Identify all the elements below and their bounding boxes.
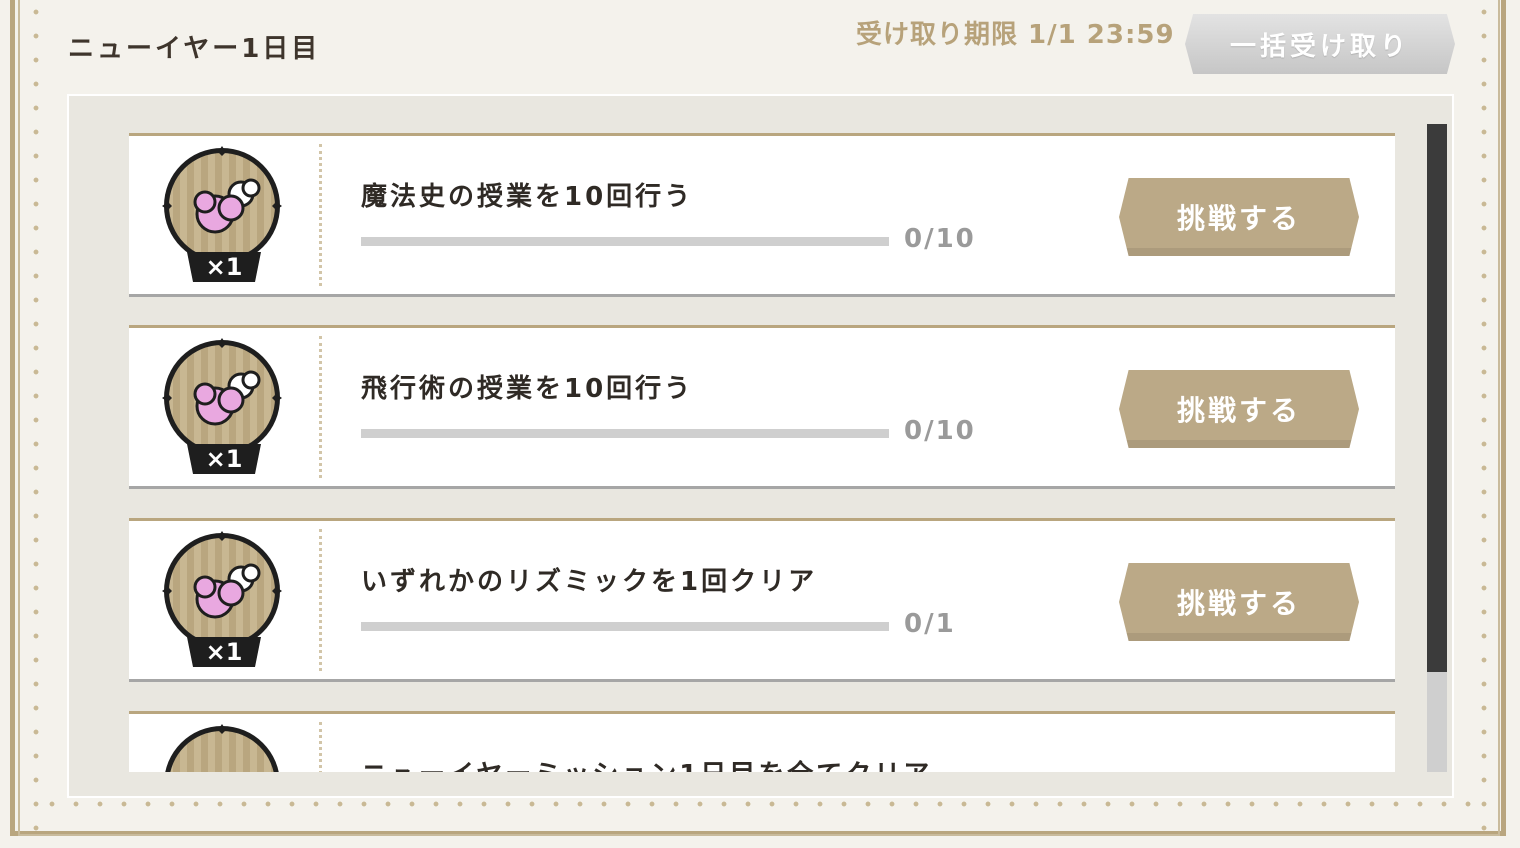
mission-title: いずれかのリズミックを1回クリア	[361, 567, 818, 597]
frame-dots-left	[33, 0, 39, 848]
mission-item: ×1 飛行術の授業を10回行う 0/10 挑戦する	[129, 325, 1395, 489]
challenge-button[interactable]: 挑戦する	[1119, 370, 1359, 448]
reward-badge	[159, 724, 289, 772]
reward-badge: ×1	[159, 146, 289, 286]
mission-title: 飛行術の授業を10回行う	[361, 374, 694, 404]
screen-frame: ニューイヤー1日目 受け取り期限 1/1 23:59 一括受け取り ×1 魔法史…	[0, 0, 1520, 848]
progress-text: 0/10	[904, 224, 976, 254]
progress-bar	[361, 622, 889, 631]
progress-bar	[361, 429, 889, 438]
medal-icon	[165, 724, 279, 772]
mission-item: ×1 魔法史の授業を10回行う 0/10 挑戦する	[129, 133, 1395, 297]
deadline-text: 受け取り期限 1/1 23:59	[856, 20, 1175, 50]
mission-title: 魔法史の授業を10回行う	[361, 182, 694, 212]
scrollbar-thumb[interactable]	[1427, 124, 1447, 672]
divider	[319, 529, 322, 671]
progress-text: 0/10	[904, 416, 976, 446]
divider	[319, 336, 322, 478]
mission-list[interactable]: ×1 魔法史の授業を10回行う 0/10 挑戦する ×1 飛行術の授業を10回行…	[69, 96, 1452, 772]
frame-dots-bottom	[40, 801, 1480, 807]
scrollbar[interactable]	[1427, 124, 1447, 772]
mission-item: ニューイヤーミッション1日目を全てクリア	[129, 711, 1395, 772]
progress-bar	[361, 237, 889, 246]
reward-badge: ×1	[159, 338, 289, 478]
bulk-receive-button[interactable]: 一括受け取り	[1185, 14, 1455, 74]
reward-count: ×1	[205, 638, 243, 666]
mission-title: ニューイヤーミッション1日目を全てクリア	[361, 754, 932, 772]
page-title: ニューイヤー1日目	[68, 34, 321, 64]
divider	[319, 722, 322, 772]
mission-panel: ×1 魔法史の授業を10回行う 0/10 挑戦する ×1 飛行術の授業を10回行…	[67, 94, 1454, 798]
mission-item: ×1 いずれかのリズミックを1回クリア 0/1 挑戦する	[129, 518, 1395, 682]
challenge-button[interactable]: 挑戦する	[1119, 178, 1359, 256]
frame-dots-right	[1481, 0, 1487, 848]
progress-text: 0/1	[904, 609, 956, 639]
divider	[319, 144, 322, 286]
challenge-button[interactable]: 挑戦する	[1119, 563, 1359, 641]
reward-count: ×1	[205, 253, 243, 281]
reward-count: ×1	[205, 445, 243, 473]
panel-bottom	[69, 772, 1452, 796]
reward-badge: ×1	[159, 531, 289, 671]
